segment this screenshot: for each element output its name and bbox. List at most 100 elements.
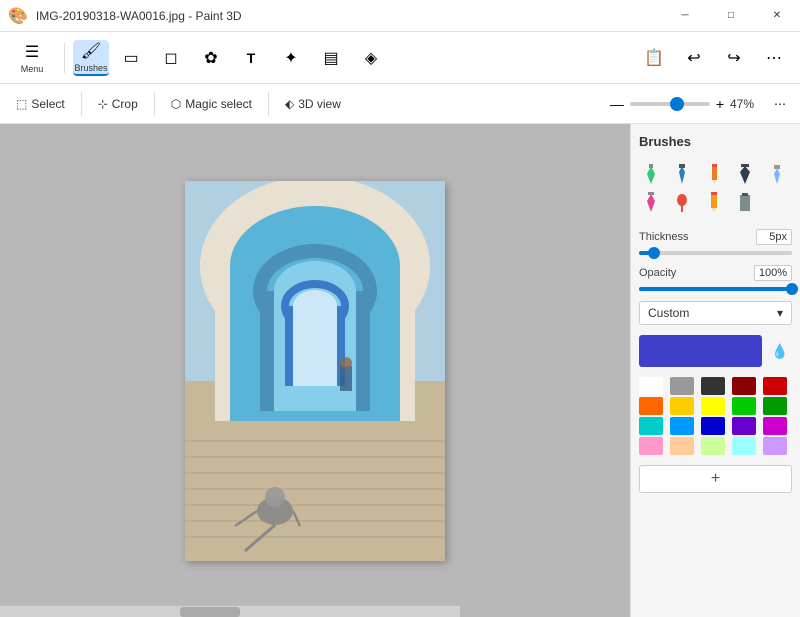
palette-color-8[interactable]: [732, 397, 756, 415]
palette-color-0[interactable]: [639, 377, 663, 395]
canvas-area[interactable]: [0, 124, 630, 617]
tools-sep-1: [81, 92, 82, 116]
palette-color-16[interactable]: [670, 437, 694, 455]
2d-shapes-button[interactable]: ▭: [113, 40, 149, 76]
2d-icon: ▭: [123, 48, 138, 68]
select-label: Select: [31, 97, 64, 111]
palette-color-12[interactable]: [701, 417, 725, 435]
eyedropper-button[interactable]: 💧: [768, 339, 792, 363]
select-tool-button[interactable]: ⬚ Select: [8, 93, 73, 115]
panel-title: Brushes: [639, 134, 792, 149]
zoom-out-button[interactable]: —: [610, 96, 624, 112]
color-swatch-main[interactable]: [639, 335, 762, 367]
palette-color-19[interactable]: [763, 437, 787, 455]
3dview-icon: ◈: [365, 48, 377, 68]
3dview-button[interactable]: ◈: [353, 40, 389, 76]
text-icon: T: [247, 50, 256, 66]
brush-pen[interactable]: [670, 163, 694, 187]
tools-more-button[interactable]: ⋯: [768, 95, 792, 113]
crop-icon: ⊹: [98, 97, 108, 111]
select-icon: ⬚: [16, 97, 27, 111]
maximize-button[interactable]: □: [708, 0, 754, 32]
3d-shapes-button[interactable]: ◻: [153, 40, 189, 76]
opacity-slider[interactable]: [639, 287, 792, 291]
palette-color-17[interactable]: [701, 437, 725, 455]
close-button[interactable]: ✕: [754, 0, 800, 32]
minimize-button[interactable]: ─: [662, 0, 708, 32]
canvas-icon: ▤: [323, 48, 338, 68]
main-toolbar: ☰ Menu 🖌 Brushes ▭ ◻ ✿ T ✦ ▤ ◈ 📋 ↩ ↪ ⋯: [0, 32, 800, 84]
brushes-tool-button[interactable]: 🖌 Brushes: [73, 40, 109, 76]
opacity-thumb[interactable]: [786, 283, 798, 295]
thickness-section: Thickness 5px: [639, 229, 792, 255]
brush-pixel[interactable]: [733, 191, 757, 215]
zoom-slider[interactable]: [630, 102, 710, 106]
menu-button[interactable]: ☰ Menu: [8, 40, 56, 76]
brush-airbrush[interactable]: [765, 163, 789, 187]
brushes-icon: 🖌: [81, 41, 101, 61]
canvas-button[interactable]: ▤: [313, 40, 349, 76]
titlebar-left: 🎨 IMG-20190318-WA0016.jpg - Paint 3D: [8, 6, 242, 26]
3dview-tool-icon: ⬖: [285, 97, 294, 111]
canvas-image: [185, 181, 445, 561]
thickness-slider[interactable]: [639, 251, 792, 255]
zoom-in-button[interactable]: +: [716, 96, 724, 112]
custom-dropdown[interactable]: Custom ▾: [639, 301, 792, 325]
add-color-button[interactable]: +: [639, 465, 792, 493]
palette-color-6[interactable]: [670, 397, 694, 415]
palette-color-5[interactable]: [639, 397, 663, 415]
brush-crayon[interactable]: [702, 191, 726, 215]
palette-color-13[interactable]: [732, 417, 756, 435]
color-row: 💧: [639, 335, 792, 367]
titlebar-title: IMG-20190318-WA0016.jpg - Paint 3D: [36, 9, 242, 23]
menu-icon: ☰: [25, 42, 39, 62]
opacity-section: Opacity 100%: [639, 265, 792, 291]
stickers-button[interactable]: ✿: [193, 40, 229, 76]
3dview-tool-button[interactable]: ⬖ 3D view: [277, 93, 349, 115]
titlebar-controls: ─ □ ✕: [662, 0, 800, 32]
magic-select-button[interactable]: ⬡ Magic select: [163, 93, 260, 115]
palette-color-9[interactable]: [763, 397, 787, 415]
palette-color-4[interactable]: [763, 377, 787, 395]
effects-icon: ✦: [284, 48, 297, 68]
more-options-button[interactable]: ⋯: [756, 40, 792, 76]
palette-color-1[interactable]: [670, 377, 694, 395]
paste-button[interactable]: 📋: [636, 40, 672, 76]
palette-color-3[interactable]: [732, 377, 756, 395]
palette-color-15[interactable]: [639, 437, 663, 455]
menu-label: Menu: [21, 64, 44, 74]
zoom-percent: 47%: [730, 97, 762, 111]
zoom-thumb[interactable]: [670, 97, 684, 111]
custom-label: Custom: [648, 306, 689, 320]
horizontal-scrollbar[interactable]: [0, 605, 460, 617]
paste-icon: 📋: [644, 48, 664, 68]
chevron-down-icon: ▾: [777, 306, 783, 320]
palette-color-10[interactable]: [639, 417, 663, 435]
image-container: [185, 181, 445, 561]
palette-color-2[interactable]: [701, 377, 725, 395]
right-panel: Brushes: [630, 124, 800, 617]
crop-tool-button[interactable]: ⊹ Crop: [90, 93, 146, 115]
text-button[interactable]: T: [233, 40, 269, 76]
brush-marker[interactable]: [639, 163, 663, 187]
effects-button[interactable]: ✦: [273, 40, 309, 76]
3dview-tool-label: 3D view: [298, 97, 341, 111]
scroll-thumb[interactable]: [180, 607, 240, 617]
brush-pencil[interactable]: [702, 163, 726, 187]
eyedropper-icon: 💧: [771, 343, 788, 360]
undo-icon: ↩: [687, 48, 700, 68]
magic-select-label: Magic select: [185, 97, 252, 111]
palette-color-14[interactable]: [763, 417, 787, 435]
palette-color-18[interactable]: [732, 437, 756, 455]
palette-color-11[interactable]: [670, 417, 694, 435]
redo-button[interactable]: ↪: [716, 40, 752, 76]
color-palette: [639, 377, 792, 455]
palette-color-7[interactable]: [701, 397, 725, 415]
brush-calligraphy[interactable]: [733, 163, 757, 187]
zoom-area: — + 47% ⋯: [610, 95, 792, 113]
titlebar: 🎨 IMG-20190318-WA0016.jpg - Paint 3D ─ □…: [0, 0, 800, 32]
undo-button[interactable]: ↩: [676, 40, 712, 76]
brush-watercolor[interactable]: [670, 191, 694, 215]
thickness-thumb[interactable]: [648, 247, 660, 259]
brush-oil[interactable]: [639, 191, 663, 215]
